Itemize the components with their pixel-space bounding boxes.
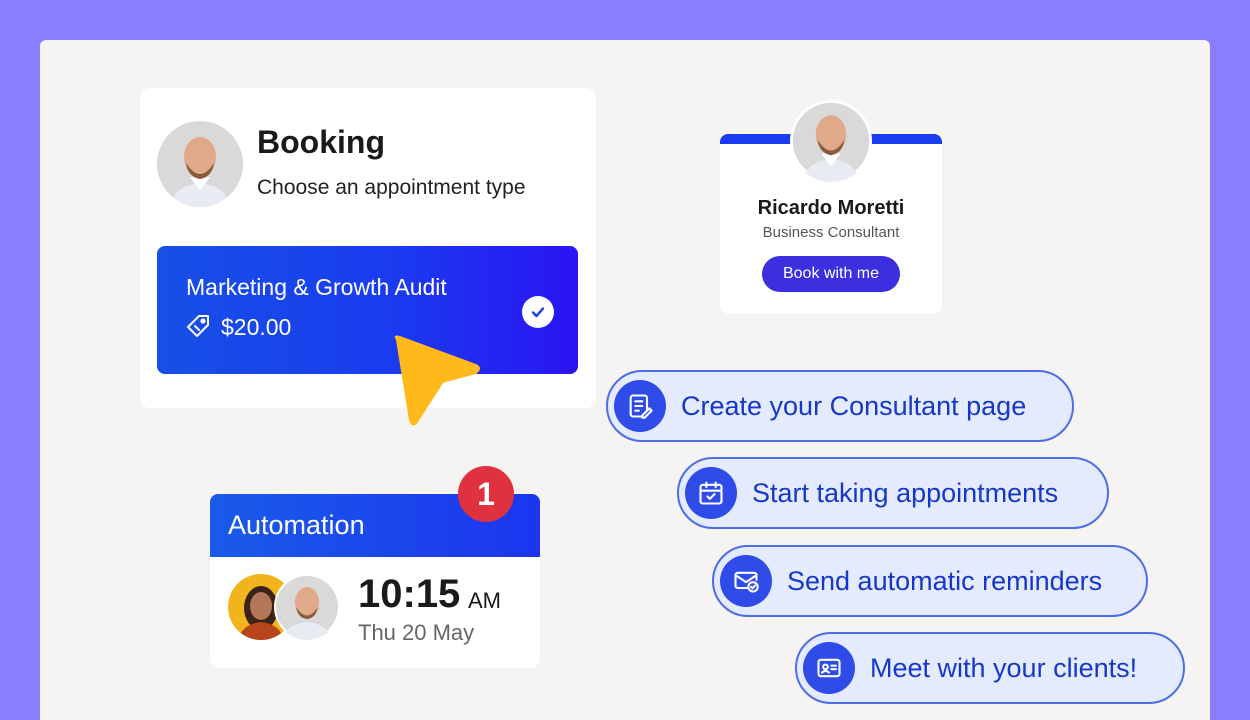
step-take-appointments[interactable]: Start taking appointments — [677, 457, 1109, 529]
appointment-date: Thu 20 May — [358, 620, 475, 645]
notification-badge: 1 — [458, 466, 514, 522]
appointment-ampm: AM — [468, 588, 501, 613]
appointment-type-option[interactable]: Marketing & Growth Audit $20.00 — [157, 246, 578, 374]
booking-subtitle: Choose an appointment type — [257, 176, 526, 199]
appointment-name: Marketing & Growth Audit — [186, 274, 447, 300]
mail-check-icon — [720, 555, 772, 607]
calendar-check-icon — [685, 467, 737, 519]
consultant-avatar — [274, 574, 340, 640]
step-meet-clients[interactable]: Meet with your clients! — [795, 632, 1185, 704]
booking-title: Booking — [257, 124, 385, 160]
appointment-time: 10:15 — [358, 572, 461, 616]
consultant-avatar — [790, 100, 872, 182]
id-card-icon — [803, 642, 855, 694]
consultant-name: Ricardo Moretti — [757, 197, 905, 219]
checkmark-icon — [522, 296, 554, 328]
step-label: Meet with your clients! — [870, 652, 1138, 683]
step-label: Create your Consultant page — [681, 390, 1027, 421]
automation-title: Automation — [228, 510, 365, 540]
book-with-me-button[interactable]: Book with me — [762, 256, 900, 292]
consultant-card: Ricardo Moretti Business Consultant Book… — [720, 100, 942, 314]
step-label: Start taking appointments — [752, 477, 1059, 508]
page-edit-icon — [614, 380, 666, 432]
price-tag-icon — [187, 315, 209, 337]
booking-card: Booking Choose an appointment type Marke… — [140, 88, 596, 408]
automation-card: Automation 1 10:15 AM Thu 20 May — [210, 466, 540, 668]
step-send-reminders[interactable]: Send automatic reminders — [712, 545, 1148, 617]
step-create-page[interactable]: Create your Consultant page — [606, 370, 1074, 442]
consultant-role: Business Consultant — [762, 224, 900, 241]
cursor-pointer-icon — [394, 335, 480, 426]
consultant-avatar — [157, 121, 243, 207]
appointment-price: $20.00 — [221, 314, 292, 340]
step-label: Send automatic reminders — [787, 565, 1103, 596]
